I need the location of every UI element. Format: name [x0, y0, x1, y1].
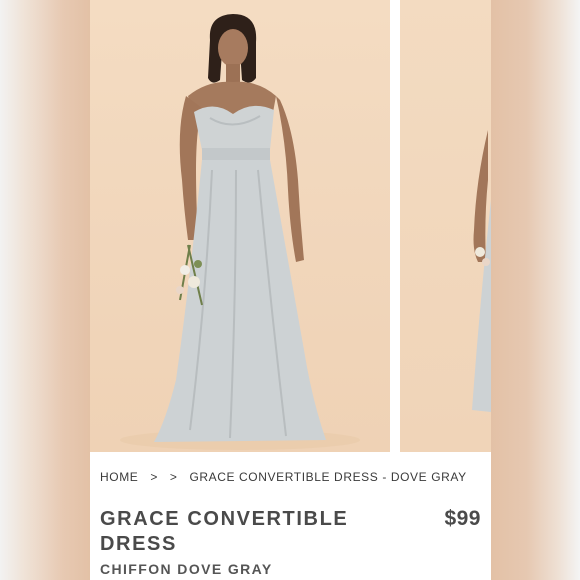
product-title: GRACE CONVERTIBLE DRESS — [100, 508, 349, 555]
breadcrumb: HOME > > GRACE CONVERTIBLE DRESS - DOVE … — [100, 470, 467, 484]
blurred-background-left — [0, 0, 90, 580]
product-page: HOME > > GRACE CONVERTIBLE DRESS - DOVE … — [90, 0, 491, 580]
product-photo-main[interactable] — [90, 0, 390, 452]
product-variant: CHIFFON DOVE GRAY — [100, 561, 273, 577]
model-in-dress-illustration — [120, 14, 360, 450]
breadcrumb-separator: > — [150, 470, 158, 484]
breadcrumb-home-link[interactable]: HOME — [100, 470, 138, 484]
product-price: $99 — [444, 507, 481, 530]
model-side-view-illustration — [472, 130, 491, 412]
product-photo-secondary[interactable] — [400, 0, 491, 452]
blurred-background-right — [491, 0, 580, 580]
breadcrumb-current-page: GRACE CONVERTIBLE DRESS - DOVE GRAY — [189, 470, 467, 484]
breadcrumb-separator: > — [169, 470, 178, 484]
